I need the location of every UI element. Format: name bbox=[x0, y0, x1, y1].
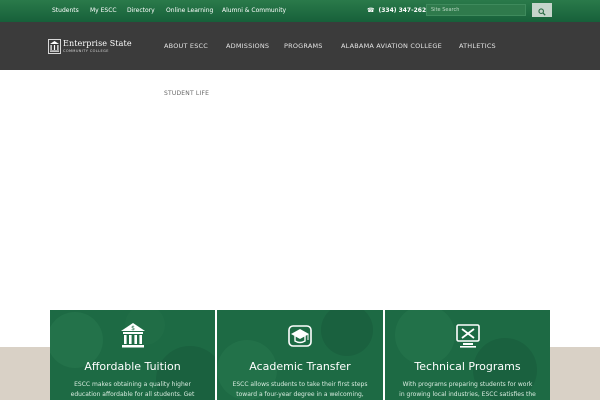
nav-admissions[interactable]: ADMISSIONS bbox=[226, 22, 269, 70]
phone-contact[interactable]: ☎ (334) 347-2623 bbox=[367, 0, 430, 22]
svg-text:$: $ bbox=[131, 325, 135, 332]
card-description: ESCC makes obtaining a quality higher ed… bbox=[70, 381, 195, 398]
search-icon bbox=[538, 7, 546, 16]
footer-band-right bbox=[550, 347, 600, 400]
graduation-cap-icon bbox=[288, 325, 312, 347]
breadcrumb[interactable]: STUDENT LIFE bbox=[164, 90, 209, 97]
phone-number: (334) 347-2623 bbox=[378, 7, 431, 14]
top-link-online-learning[interactable]: Online Learning bbox=[166, 0, 213, 22]
top-link-alumni-community[interactable]: Alumni & Community bbox=[222, 0, 286, 22]
card-description: With programs preparing students for wor… bbox=[399, 381, 536, 398]
logo-title: Enterprise State bbox=[63, 39, 132, 48]
search-button[interactable] bbox=[532, 3, 552, 17]
tools-icon bbox=[455, 324, 480, 348]
nav-athletics[interactable]: ATHLETICS bbox=[459, 22, 496, 70]
top-link-directory[interactable]: Directory bbox=[127, 0, 155, 22]
card-title: Academic Transfer bbox=[249, 360, 351, 373]
card-title: Affordable Tuition bbox=[84, 360, 181, 373]
card-title: Technical Programs bbox=[414, 360, 521, 373]
main-navigation: Enterprise State COMMUNITY COLLEGE ABOUT… bbox=[0, 22, 600, 70]
top-link-students[interactable]: Students bbox=[52, 0, 79, 22]
site-logo[interactable]: Enterprise State COMMUNITY COLLEGE bbox=[48, 39, 158, 55]
feature-card-affordable-tuition[interactable]: $ Affordable Tuition ESCC makes obtainin… bbox=[50, 310, 215, 400]
bank-icon: $ bbox=[120, 323, 145, 348]
top-utility-bar: Students My ESCC Directory Online Learni… bbox=[0, 0, 600, 22]
card-description: ESCC allows students to take their first… bbox=[232, 381, 368, 398]
nav-about-escc[interactable]: ABOUT ESCC bbox=[164, 22, 208, 70]
site-search-input[interactable] bbox=[426, 4, 526, 16]
phone-icon: ☎ bbox=[367, 7, 375, 14]
top-link-my-escc[interactable]: My ESCC bbox=[90, 0, 117, 22]
nav-programs[interactable]: PROGRAMS bbox=[284, 22, 323, 70]
footer-band-left bbox=[0, 347, 50, 400]
logo-subtitle: COMMUNITY COLLEGE bbox=[63, 49, 109, 53]
logo-building-icon bbox=[48, 39, 61, 54]
feature-card-academic-transfer[interactable]: Academic Transfer ESCC allows students t… bbox=[217, 310, 383, 400]
nav-alabama-aviation-college[interactable]: ALABAMA AVIATION COLLEGE bbox=[341, 22, 442, 70]
feature-card-technical-programs[interactable]: Technical Programs With programs prepari… bbox=[385, 310, 550, 400]
